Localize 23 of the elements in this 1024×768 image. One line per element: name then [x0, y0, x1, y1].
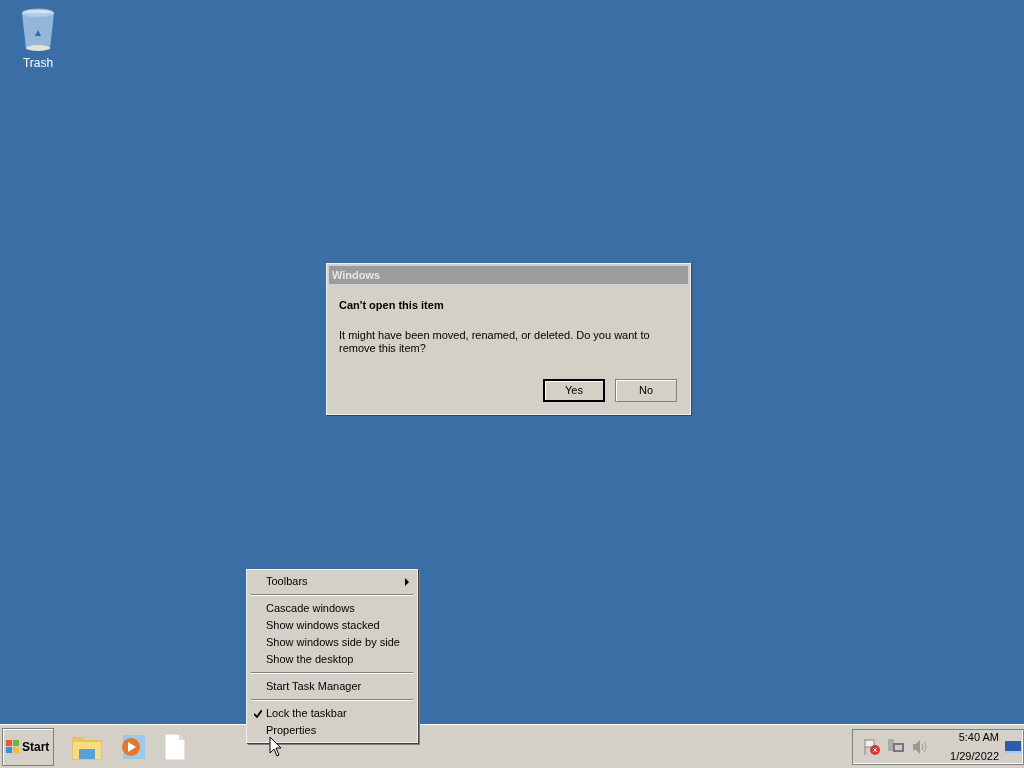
icon-label: Trash: [22, 55, 54, 72]
clock-date[interactable]: 1/29/2022: [950, 748, 999, 765]
cursor-icon: [269, 736, 282, 757]
menu-item[interactable]: Cascade windows: [249, 600, 415, 617]
start-button[interactable]: Start: [2, 727, 54, 766]
menu-item[interactable]: Show windows stacked: [249, 617, 415, 634]
dialog-message: It might have been moved, renamed, or deleted. Do you want to remove this item?: [339, 328, 651, 355]
dialog-button[interactable]: Yes: [543, 378, 605, 402]
show-desktop-icon[interactable]: [1005, 738, 1021, 755]
menu-item[interactable]: Toolbars: [249, 573, 415, 590]
menu-item[interactable]: Show windows side by side: [249, 634, 415, 651]
flag-icon[interactable]: [863, 737, 881, 756]
menu-item[interactable]: Show the desktop: [249, 651, 415, 668]
menu-item[interactable]: Lock the taskbar: [249, 705, 415, 722]
dialog-button[interactable]: No: [615, 378, 677, 402]
trash-can-icon[interactable]: [19, 6, 57, 54]
dialog-heading: Can't open this item: [339, 298, 445, 313]
document-icon[interactable]: [162, 731, 188, 762]
menu-item[interactable]: Start Task Manager: [249, 678, 415, 695]
clock-time[interactable]: 5:40 AM: [958, 728, 999, 745]
menu-item[interactable]: Properties: [249, 722, 415, 739]
window-title: Windows: [332, 267, 381, 283]
windows-logo-icon: [5, 738, 21, 755]
